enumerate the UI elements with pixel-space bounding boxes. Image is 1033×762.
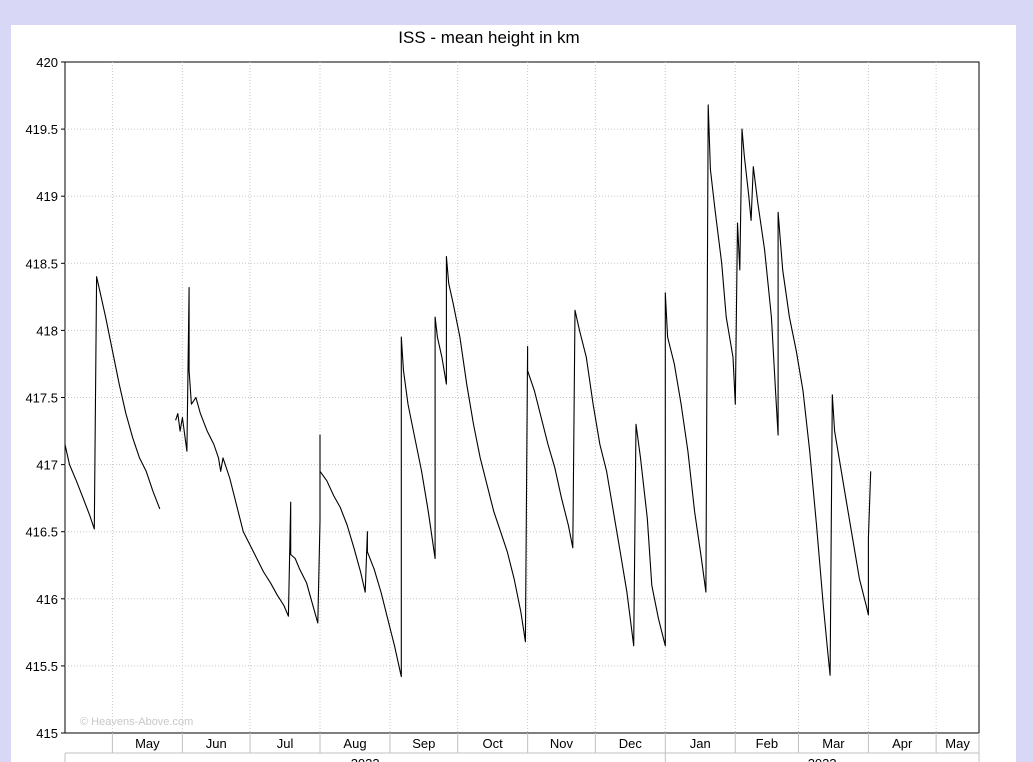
chart-frame: ISS - mean height in km 415 415.5 416 416.5… bbox=[11, 25, 1016, 762]
y-tick-label: 415 bbox=[36, 726, 58, 741]
y-tick-label: 415.5 bbox=[25, 659, 58, 674]
y-tick-label: 417.5 bbox=[25, 391, 58, 406]
x-month-label: May bbox=[135, 736, 160, 751]
y-tick-label: 417 bbox=[36, 458, 58, 473]
y-tick-label: 418 bbox=[36, 323, 58, 338]
y-tick-label: 420 bbox=[36, 55, 58, 70]
y-tick-label: 419.5 bbox=[25, 122, 58, 137]
x-month-label: Dec bbox=[619, 736, 643, 751]
x-month-label: Jan bbox=[690, 736, 711, 751]
y-tick-label: 416 bbox=[36, 592, 58, 607]
watermark: © Heavens-Above.com bbox=[80, 716, 193, 728]
x-month-label: Jul bbox=[277, 736, 294, 751]
x-month-label: Nov bbox=[550, 736, 574, 751]
y-tick-label: 418.5 bbox=[25, 256, 58, 271]
x-year-label: 2023 bbox=[808, 756, 837, 762]
grid-layer bbox=[64, 61, 980, 734]
x-month-label: Aug bbox=[343, 736, 366, 751]
x-month-label: Mar bbox=[822, 736, 845, 751]
x-month-label: Oct bbox=[483, 736, 504, 751]
y-tick-label: 416.5 bbox=[25, 525, 58, 540]
x-month-label: Apr bbox=[892, 736, 913, 751]
chart-title: ISS - mean height in km bbox=[398, 28, 579, 47]
y-tick-label: 419 bbox=[36, 189, 58, 204]
x-month-label: Jun bbox=[206, 736, 227, 751]
chart-svg: ISS - mean height in km 415 415.5 416 416.5… bbox=[25, 28, 980, 762]
x-month-label: Feb bbox=[756, 736, 778, 751]
x-year-label: 2022 bbox=[351, 756, 380, 762]
x-month-label: Sep bbox=[412, 736, 435, 751]
x-month-label: May bbox=[945, 736, 970, 751]
